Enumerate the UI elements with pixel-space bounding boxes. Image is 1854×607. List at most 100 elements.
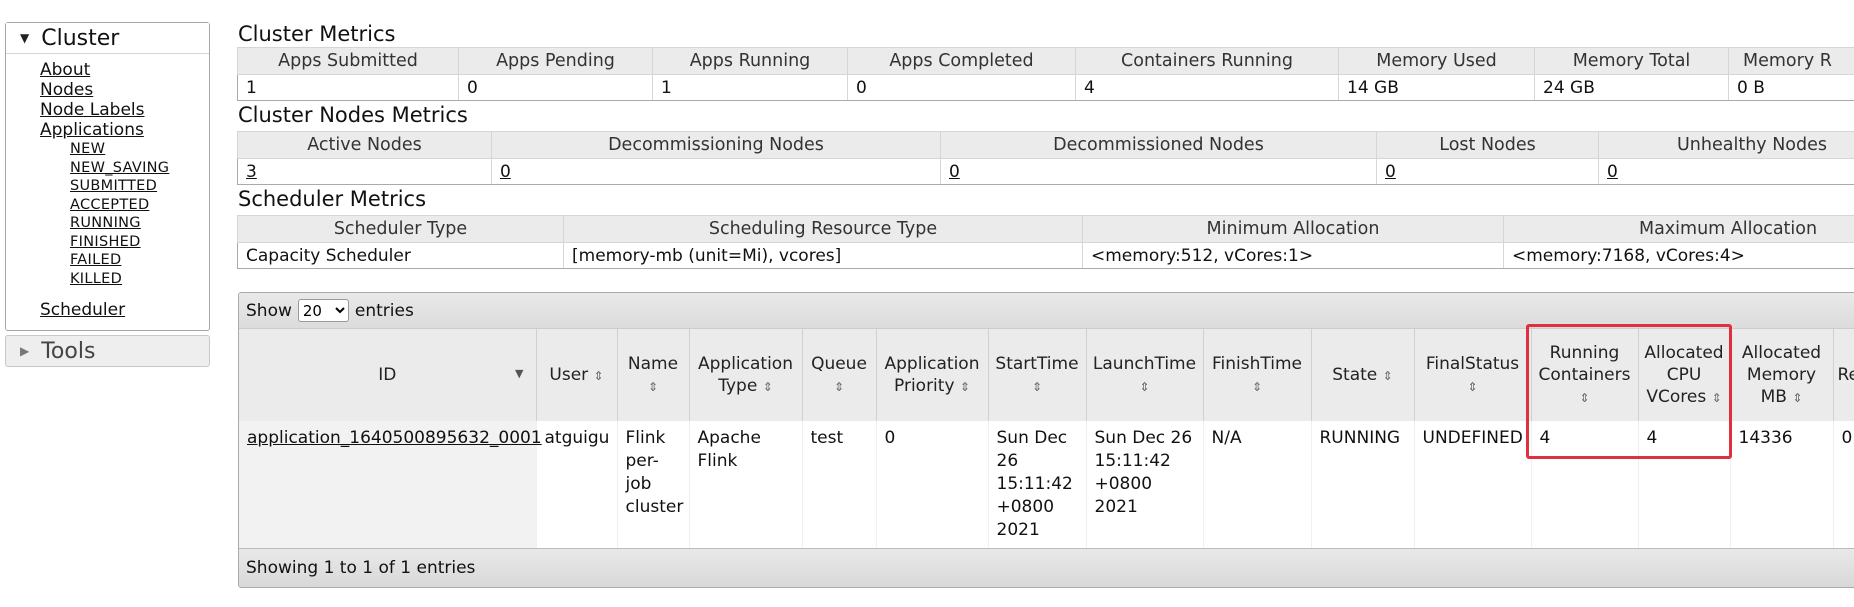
th-allocated-vcores[interactable]: Allocated CPU VCores ⇕: [1638, 329, 1731, 421]
applications-panel: Show 102050100 entries ID ▼ User ⇕ Name ⇕ …: [238, 292, 1854, 588]
sort-icon: ⇕: [1139, 379, 1150, 394]
link-unhealthy-nodes[interactable]: 0: [1607, 162, 1618, 182]
link-decommissioned-nodes[interactable]: 0: [949, 162, 960, 182]
col-minimum-allocation: Minimum Allocation: [1082, 215, 1504, 243]
val-memory-used: 14 GB: [1338, 74, 1535, 101]
col-maximum-allocation: Maximum Allocation: [1503, 215, 1854, 243]
entries-info: Showing 1 to 1 of 1 entries: [246, 558, 476, 578]
app-state-link-running[interactable]: RUNNING: [70, 214, 209, 233]
th-app-type[interactable]: Application Type ⇕: [689, 329, 803, 421]
cell-priority: 0: [876, 421, 989, 548]
th-name-label: Name: [627, 353, 679, 374]
sort-icon: ⇕: [833, 379, 845, 394]
col-memory-used: Memory Used: [1338, 47, 1535, 75]
th-launch-time[interactable]: LaunchTime ⇕: [1086, 329, 1204, 421]
nodes-metrics-table: Active Nodes Decommissioning Nodes Decom…: [237, 131, 1854, 185]
col-scheduler-type: Scheduler Type: [237, 215, 564, 243]
col-decommissioned-nodes: Decommissioned Nodes: [940, 131, 1377, 159]
th-start-time[interactable]: StartTime ⇕: [988, 329, 1087, 421]
th-finish-time[interactable]: FinishTime ⇕: [1203, 329, 1312, 421]
val-apps-pending: 0: [458, 74, 653, 101]
val-containers-running: 4: [1075, 74, 1339, 101]
cell-allocated-memory: 14336: [1730, 421, 1834, 548]
th-reserved-label: Re V: [1837, 365, 1854, 385]
tools-header[interactable]: ▶ Tools: [6, 336, 209, 366]
sidebar-link-scheduler[interactable]: Scheduler: [40, 300, 209, 320]
sort-icon: ⇕: [593, 368, 604, 383]
app-state-link-accepted[interactable]: ACCEPTED: [70, 196, 209, 215]
th-reserved[interactable]: Re V: [1833, 329, 1854, 421]
scheduler-metrics-title: Scheduler Metrics: [238, 187, 427, 211]
cluster-metrics-table: Apps Submitted Apps Pending Apps Running…: [237, 47, 1854, 101]
th-id-label: ID: [378, 365, 397, 385]
sidebar: ▼ Cluster About Nodes Node Labels Applic…: [5, 22, 210, 367]
sort-icon: ⇕: [1382, 368, 1393, 383]
sort-icon: ⇕: [959, 379, 970, 394]
th-state[interactable]: State ⇕: [1311, 329, 1415, 421]
th-id[interactable]: ID ▼: [239, 329, 537, 421]
sort-icon: ⇕: [1031, 379, 1043, 394]
app-state-link-killed[interactable]: KILLED: [70, 270, 209, 289]
triangle-down-icon: ▼: [20, 31, 30, 45]
application-id-link[interactable]: application_1640500895632_0001: [247, 428, 542, 448]
app-state-link-finished[interactable]: FINISHED: [70, 233, 209, 252]
val-apps-submitted: 1: [237, 74, 459, 101]
val-apps-completed: 0: [847, 74, 1076, 101]
app-state-link-new-saving[interactable]: NEW_SAVING: [70, 159, 209, 178]
link-lost-nodes[interactable]: 0: [1385, 162, 1396, 182]
app-state-link-failed[interactable]: FAILED: [70, 251, 209, 270]
sidebar-link-nodes[interactable]: Nodes: [40, 80, 209, 100]
page-size-select[interactable]: 102050100: [297, 299, 349, 322]
app-state-list: NEW NEW_SAVING SUBMITTED ACCEPTED RUNNIN…: [40, 140, 209, 288]
cluster-metrics-title: Cluster Metrics: [238, 22, 396, 46]
cluster-panel: ▼ Cluster About Nodes Node Labels Applic…: [5, 22, 210, 331]
scheduler-metrics-table: Scheduler Type Scheduling Resource Type …: [237, 215, 1854, 269]
sort-icon: ⇕: [647, 379, 659, 394]
col-unhealthy-nodes: Unhealthy Nodes: [1598, 131, 1854, 159]
app-state-link-new[interactable]: NEW: [70, 140, 209, 159]
col-decommissioning-nodes: Decommissioning Nodes: [491, 131, 941, 159]
th-queue[interactable]: Queue ⇕: [802, 329, 877, 421]
entries-label: entries: [354, 300, 414, 321]
cell-start-time: Sun Dec 26 15:11:42 +0800 2021: [988, 421, 1087, 548]
th-allocated-memory[interactable]: Allocated Memory MB ⇕: [1730, 329, 1834, 421]
val-scheduler-type: Capacity Scheduler: [237, 242, 564, 269]
tools-panel[interactable]: ▶ Tools: [5, 335, 210, 367]
cluster-label: Cluster: [41, 25, 120, 51]
th-final-status[interactable]: FinalStatus ⇕: [1414, 329, 1532, 421]
link-active-nodes[interactable]: 3: [246, 162, 257, 182]
col-active-nodes: Active Nodes: [237, 131, 492, 159]
tools-label: Tools: [41, 338, 96, 364]
cell-running-containers: 4: [1531, 421, 1639, 548]
sort-desc-icon: ▼: [515, 367, 524, 380]
sidebar-link-about[interactable]: About: [40, 60, 209, 80]
col-memory-total: Memory Total: [1534, 47, 1729, 75]
val-minimum-allocation: <memory:512, vCores:1>: [1082, 242, 1504, 269]
th-name[interactable]: Name ⇕: [617, 329, 690, 421]
th-running-containers-label: Running Containers: [1538, 342, 1631, 385]
th-user[interactable]: User ⇕: [536, 329, 618, 421]
th-allocated-memory-label: Allocated Memory MB: [1741, 342, 1822, 407]
sidebar-link-node-labels[interactable]: Node Labels: [40, 100, 209, 120]
table-row: application_1640500895632_0001 atguigu F…: [239, 421, 1854, 548]
th-running-containers[interactable]: Running Containers ⇕: [1531, 329, 1639, 421]
show-label: Show: [246, 300, 292, 321]
cell-app-type: Apache Flink: [689, 421, 803, 548]
sort-icon: ⇕: [1711, 390, 1722, 405]
cell-queue: test: [802, 421, 877, 548]
cell-state: RUNNING: [1311, 421, 1415, 548]
sort-icon: ⇕: [1579, 390, 1590, 405]
cell-final-status: UNDEFINED: [1414, 421, 1532, 548]
col-memory-reserved: Memory R: [1728, 47, 1854, 75]
th-launch-label: LaunchTime: [1092, 353, 1197, 374]
link-decommissioning-nodes[interactable]: 0: [500, 162, 511, 182]
cell-reserved: 0: [1833, 421, 1854, 548]
th-final-status-label: FinalStatus: [1425, 353, 1520, 374]
th-priority[interactable]: Application Priority ⇕: [876, 329, 989, 421]
cell-allocated-vcores: 4: [1638, 421, 1731, 548]
app-state-link-submitted[interactable]: SUBMITTED: [70, 177, 209, 196]
val-memory-reserved: 0 B: [1728, 74, 1854, 101]
cell-launch-time: Sun Dec 26 15:11:42 +0800 2021: [1086, 421, 1204, 548]
sidebar-link-applications[interactable]: Applications: [40, 120, 209, 140]
cluster-header[interactable]: ▼ Cluster: [6, 23, 209, 54]
